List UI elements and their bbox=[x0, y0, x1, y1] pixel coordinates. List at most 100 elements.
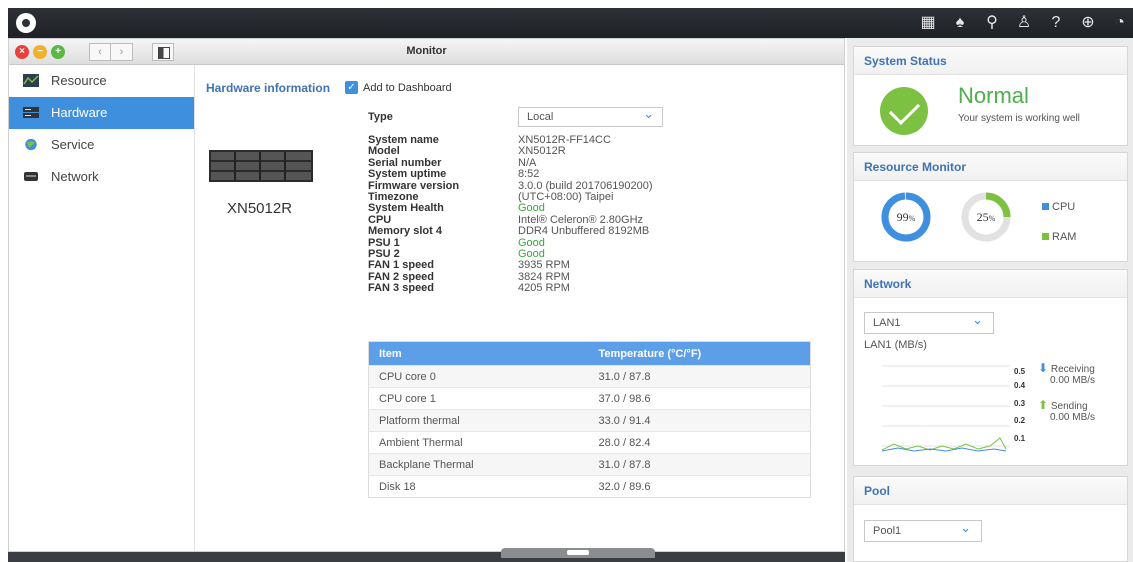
ram-gauge-value: 25 bbox=[977, 210, 989, 224]
service-globe-icon bbox=[25, 138, 37, 151]
table-cell: 28.0 / 82.4 bbox=[588, 431, 811, 454]
table-row[interactable]: Backplane Thermal 31.0 / 87.8 bbox=[368, 453, 811, 476]
help-icon[interactable]: ? bbox=[1045, 12, 1067, 34]
sidebar: Resource Hardware Service Network bbox=[9, 65, 195, 551]
svg-text:99%: 99% bbox=[897, 210, 916, 224]
sending-arrow-icon: ⬆ bbox=[1038, 398, 1049, 412]
receiving-label: Receiving bbox=[1050, 364, 1095, 375]
table-cell: 33.0 / 91.4 bbox=[588, 409, 811, 432]
spec-row: FAN 1 speed 3935 RPM bbox=[368, 259, 653, 272]
language-icon[interactable]: ⊕ bbox=[1077, 12, 1099, 34]
sidebar-item-network[interactable]: Network bbox=[9, 161, 194, 193]
network-chart bbox=[882, 365, 1010, 452]
user-icon[interactable]: ♙ bbox=[1013, 12, 1035, 34]
table-cell: CPU core 1 bbox=[368, 387, 589, 410]
sidebar-item-hardware[interactable]: Hardware bbox=[9, 97, 194, 129]
table-cell: 32.0 / 89.6 bbox=[588, 475, 811, 498]
type-label: Type bbox=[368, 111, 393, 123]
top-bar: ▦ ♠ ⚲ ♙ ? ⊕ ◔ bbox=[8, 8, 1133, 38]
network-interface-select[interactable]: LAN1 bbox=[864, 310, 994, 334]
cpu-legend: CPU bbox=[1042, 201, 1075, 213]
receiving-legend: ⬇ Receiving 0.00 MB/s bbox=[1038, 361, 1095, 386]
hardware-section-title: Hardware information bbox=[206, 81, 331, 95]
receiving-value: 0.00 MB/s bbox=[1050, 375, 1096, 386]
table-row[interactable]: Disk 18 32.0 / 89.6 bbox=[368, 475, 811, 498]
top-toolbar: ▦ ♠ ⚲ ♙ ? ⊕ ◔ bbox=[917, 12, 1131, 34]
spec-row: FAN 3 speed 4205 RPM bbox=[368, 282, 653, 295]
checkbox-checked-icon: ✓ bbox=[345, 81, 358, 94]
table-cell: Backplane Thermal bbox=[368, 453, 589, 476]
y-tick-label: 0.2 bbox=[1014, 416, 1026, 425]
ram-gauge: 25% bbox=[961, 192, 1011, 242]
spec-value: 4205 RPM bbox=[518, 282, 570, 295]
table-row[interactable]: CPU core 0 31.0 / 87.8 bbox=[368, 365, 811, 388]
nas-device-image bbox=[209, 150, 313, 182]
temperature-table: Item Temperature (°C/°F) CPU core 0 31.0 … bbox=[368, 341, 811, 498]
add-to-dashboard-checkbox[interactable]: ✓ Add to Dashboard bbox=[345, 81, 452, 94]
y-tick-label: 0.1 bbox=[1014, 434, 1026, 443]
table-row[interactable]: Ambient Thermal 28.0 / 82.4 bbox=[368, 431, 811, 454]
receiving-arrow-icon: ⬇ bbox=[1038, 361, 1049, 375]
table-cell: Ambient Thermal bbox=[368, 431, 589, 454]
window-title: Monitor bbox=[406, 45, 447, 57]
table-row[interactable]: Platform thermal 33.0 / 91.4 bbox=[368, 409, 811, 432]
cpu-legend-swatch bbox=[1042, 203, 1049, 210]
card-title: Pool bbox=[854, 477, 1127, 505]
card-title: System Status bbox=[854, 47, 1127, 75]
spec-label: System uptime bbox=[368, 168, 447, 181]
spec-row: System name XN5012R-FF14CC bbox=[368, 134, 653, 146]
dock-bar bbox=[8, 548, 845, 562]
hardware-server-icon bbox=[23, 107, 39, 118]
spec-row: Memory slot 4 DDR4 Unbuffered 8192MB bbox=[368, 225, 653, 237]
dashboard-panel: System Status Normal Your system is work… bbox=[847, 38, 1133, 562]
ram-gauge-unit: % bbox=[989, 214, 996, 223]
spec-value: 3935 RPM bbox=[518, 259, 570, 272]
hardware-content: Hardware information ✓ Add to Dashboard … bbox=[195, 65, 844, 551]
y-tick-label: 0.4 bbox=[1014, 381, 1026, 390]
resource-chart-icon bbox=[23, 74, 39, 87]
resource-monitor-card: Resource Monitor 99% 25% CPU RAM bbox=[853, 152, 1128, 262]
spec-row: System uptime 8:52 bbox=[368, 168, 653, 181]
cpu-gauge-unit: % bbox=[909, 214, 916, 223]
pool-card: Pool Pool1 bbox=[853, 476, 1128, 562]
sidebar-item-label: Resource bbox=[51, 73, 107, 88]
dashboard-icon[interactable]: ◔ bbox=[1109, 12, 1131, 34]
cpu-legend-label: CPU bbox=[1052, 201, 1076, 213]
notification-icon[interactable]: ♠ bbox=[949, 12, 971, 34]
network-chart-label: LAN1 (MB/s) bbox=[864, 339, 927, 351]
hardware-specs: System name XN5012R-FF14CC Model XN5012R S… bbox=[368, 134, 653, 295]
apps-grid-icon[interactable]: ▦ bbox=[917, 12, 939, 34]
table-cell: 31.0 / 87.8 bbox=[588, 365, 811, 388]
device-model-name: XN5012R bbox=[227, 200, 293, 217]
spec-row: PSU 1 Good bbox=[368, 237, 653, 249]
spec-label: FAN 3 speed bbox=[368, 282, 435, 295]
sending-label: Sending bbox=[1050, 401, 1088, 412]
cpu-gauge-value: 99 bbox=[897, 210, 909, 224]
column-header-temperature[interactable]: Temperature (°C/°F) bbox=[588, 341, 811, 366]
svg-text:25%: 25% bbox=[977, 210, 996, 224]
sending-value: 0.00 MB/s bbox=[1050, 412, 1096, 423]
card-title: Resource Monitor bbox=[854, 153, 1127, 181]
table-cell: Disk 18 bbox=[368, 475, 589, 498]
table-cell: Platform thermal bbox=[368, 409, 589, 432]
network-device-icon bbox=[24, 172, 38, 181]
search-icon[interactable]: ⚲ bbox=[981, 12, 1003, 34]
window-titlebar: × − + ‹ › Monitor bbox=[9, 39, 844, 65]
sidebar-item-service[interactable]: Service bbox=[9, 129, 194, 161]
status-state: Normal bbox=[958, 83, 1029, 108]
table-header-row: Item Temperature (°C/°F) bbox=[368, 341, 811, 366]
table-cell: 37.0 / 98.6 bbox=[588, 387, 811, 410]
y-tick-label: 0.5 bbox=[1014, 367, 1026, 376]
monitor-window: × − + ‹ › Monitor Resource Hardware Serv… bbox=[8, 38, 845, 552]
status-ok-icon bbox=[880, 87, 928, 135]
spec-label: FAN 1 speed bbox=[368, 259, 435, 272]
table-row[interactable]: CPU core 1 37.0 / 98.6 bbox=[368, 387, 811, 410]
y-tick-label: 0.3 bbox=[1014, 399, 1026, 408]
dock-handle[interactable] bbox=[501, 548, 655, 558]
pool-select[interactable]: Pool1 bbox=[864, 518, 982, 542]
type-select[interactable]: Local bbox=[518, 105, 663, 127]
table-cell: 31.0 / 87.8 bbox=[588, 453, 811, 476]
column-header-item[interactable]: Item bbox=[368, 341, 589, 366]
sidebar-item-resource[interactable]: Resource bbox=[9, 65, 194, 97]
cpu-gauge: 99% bbox=[881, 192, 931, 242]
